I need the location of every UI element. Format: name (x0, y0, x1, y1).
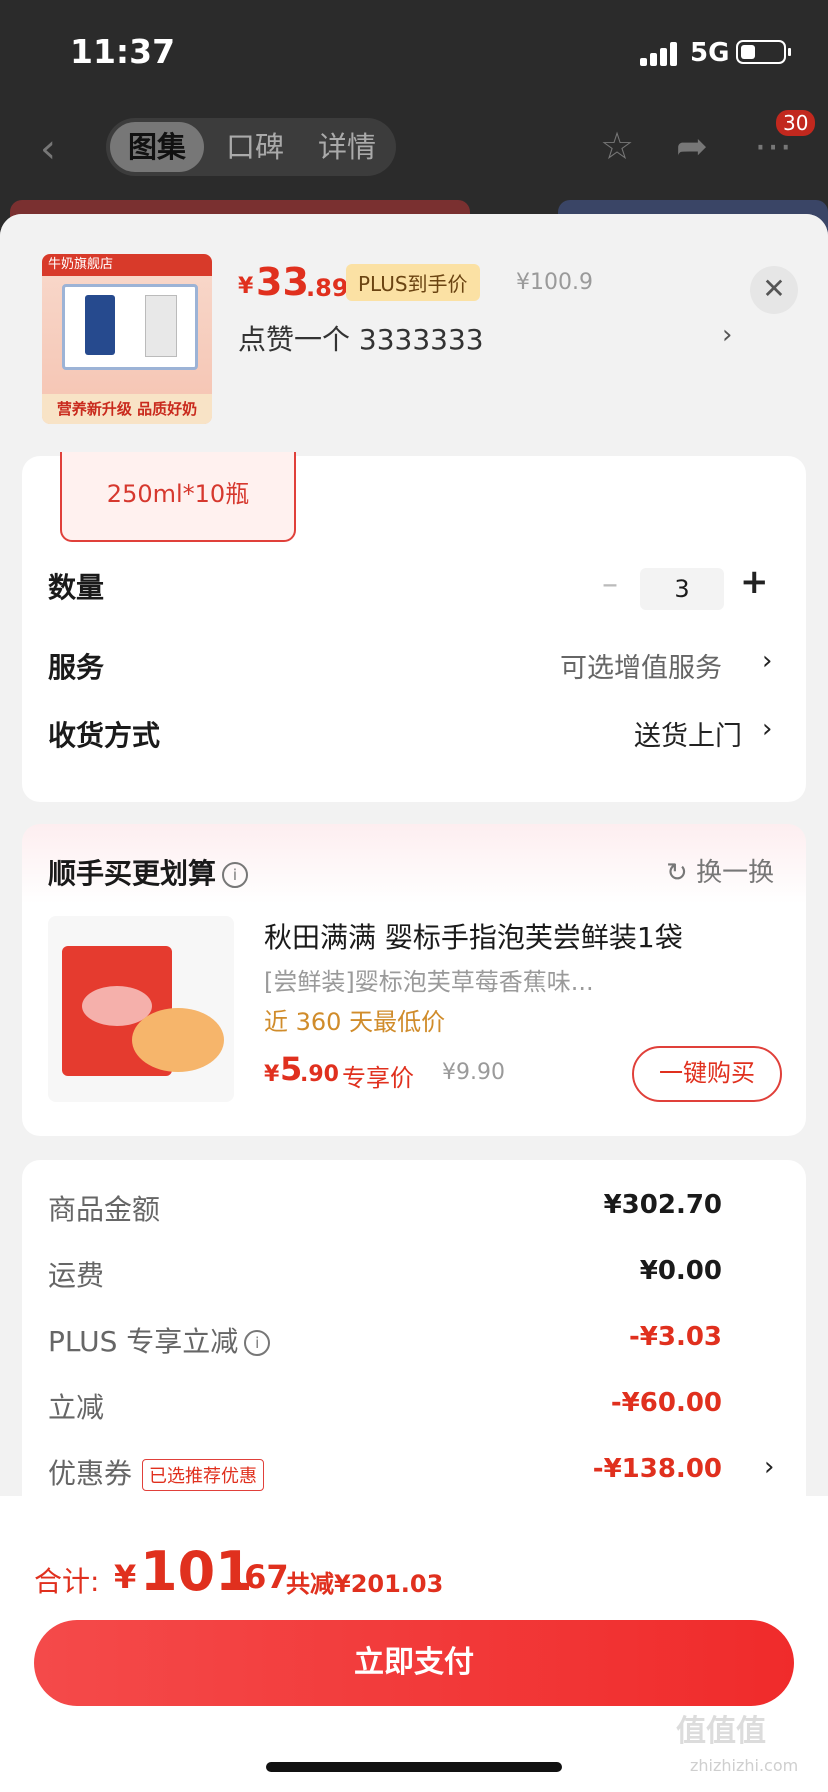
total-decimal: .67 (232, 1558, 289, 1596)
summary-label-goods: 商品金额 (48, 1193, 161, 1226)
price-integer: 33 (256, 260, 309, 304)
spec-option-selected[interactable]: 250ml*10瓶 (60, 452, 296, 542)
quantity-input[interactable]: 3 (640, 568, 724, 610)
milk-box-image (62, 284, 198, 370)
one-click-buy-button[interactable]: 一键购买 (632, 1046, 782, 1102)
plus-price-tag: PLUS到手价 (346, 264, 480, 301)
recommend-product-name[interactable]: 秋田满满 婴标手指泡芙尝鲜装1袋 (264, 916, 683, 956)
product-thumbnail: 牛奶旗舰店 营养新升级 品质好奶 (42, 254, 212, 424)
checkout-sheet: 牛奶旗舰店 营养新升级 品质好奶 ¥ 33 .89 PLUS到手价 ¥100.9… (0, 214, 828, 1792)
lowest-price-note: 近 360 天最低价 (264, 1008, 446, 1036)
recommend-original-price: ¥9.90 (442, 1060, 505, 1085)
minus-button[interactable]: – (602, 564, 618, 602)
price-currency: ¥ (238, 274, 254, 299)
price-row: ¥ 33 .89 PLUS到手价 ¥100.9 (238, 260, 798, 308)
refresh-icon: ↻ (666, 858, 688, 888)
thumb-slogan: 营养新升级 品质好奶 (42, 394, 212, 424)
exclusive-price-tag: 专享价 (342, 1064, 414, 1092)
price-decimal: .90 (300, 1062, 339, 1087)
summary-value-goods: ¥302.70 (603, 1190, 722, 1220)
recommend-product-image[interactable] (48, 916, 234, 1102)
signal-icon (640, 40, 682, 66)
thumb-brand: 牛奶旗舰店 (42, 254, 212, 276)
share-icon[interactable]: ➦ (676, 124, 708, 168)
summary-label-coupon[interactable]: 优惠券 已选推荐优惠 (48, 1452, 265, 1492)
service-label: 服务 (48, 651, 105, 684)
delivery-label: 收货方式 (48, 719, 161, 752)
checkout-footer: 合计: ¥ 101 .67 共减¥201.03 立即支付 值值值 zhizhiz… (0, 1496, 828, 1792)
chevron-right-icon: › (722, 320, 733, 350)
recommend-price: ¥ 5 .90 专享价 ¥9.90 (264, 1050, 564, 1092)
price-integer: 5 (280, 1050, 303, 1088)
watermark-url: zhizhizhi.com (690, 1756, 799, 1775)
watermark-logo: 值值值 (676, 1714, 766, 1749)
summary-label-discount: 立减 (48, 1391, 105, 1424)
delivery-value[interactable]: 送货上门 (634, 714, 742, 753)
options-card: 250ml*10瓶 数量 – 3 + 服务 可选增值服务 › 收货方式 送货上门… (22, 452, 806, 802)
cart-count-badge: 30 (776, 110, 816, 136)
price-decimal: .89 (306, 274, 349, 302)
puffs-image (132, 1008, 224, 1072)
quantity-label: 数量 (48, 571, 105, 604)
summary-value-coupon[interactable]: -¥138.00 (593, 1454, 722, 1484)
summary-value-shipping: ¥0.00 (639, 1256, 722, 1286)
home-indicator (266, 1762, 562, 1772)
plus-button[interactable]: + (740, 562, 769, 602)
top-nav: ‹ 图集 口碑 详情 ☆ ➦ ⋯ 30 (0, 110, 828, 180)
recommend-card: 顺手买更划算 i ↻ 换一换 秋田满满 婴标手指泡芙尝鲜装1袋 [尝鲜装]婴标泡芙… (22, 824, 806, 1136)
swap-button[interactable]: ↻ 换一换 (666, 852, 774, 889)
price-currency: ¥ (264, 1062, 280, 1087)
chevron-right-icon: › (764, 1452, 775, 1482)
summary-value-discount: -¥60.00 (610, 1388, 722, 1418)
tab-switcher: 图集 口碑 详情 (106, 118, 396, 176)
tab-gallery[interactable]: 图集 (110, 122, 204, 172)
total-label: 合计: (34, 1565, 100, 1598)
star-icon[interactable]: ☆ (600, 124, 634, 168)
recommend-product-subtitle: [尝鲜装]婴标泡芙草莓香蕉味... (264, 968, 594, 996)
pay-now-button[interactable]: 立即支付 (34, 1620, 794, 1706)
service-value[interactable]: 可选增值服务 (560, 646, 722, 685)
info-icon[interactable]: i (222, 862, 249, 888)
summary-label-plus: PLUS 专享立减 i (48, 1320, 271, 1360)
original-price: ¥100.9 (516, 270, 593, 295)
total-currency: ¥ (114, 1558, 137, 1596)
total-row: 合计: ¥ 101 .67 共减¥201.03 (34, 1540, 734, 1603)
info-icon[interactable]: i (244, 1330, 271, 1356)
coupon-tag: 已选推荐优惠 (142, 1459, 265, 1491)
price-summary-card: 商品金额 ¥302.70 运费 ¥0.00 PLUS 专享立减 i -¥3.03 … (22, 1160, 806, 1520)
tab-details[interactable]: 详情 (302, 118, 392, 176)
summary-label-shipping: 运费 (48, 1259, 105, 1292)
close-button[interactable]: ✕ (750, 266, 798, 314)
product-header: 牛奶旗舰店 营养新升级 品质好奶 ¥ 33 .89 PLUS到手价 ¥100.9… (0, 214, 828, 456)
like-row[interactable]: 点赞一个 3333333 (238, 318, 484, 358)
status-bar: 11:37 5G (0, 0, 828, 100)
status-time: 11:37 (70, 32, 176, 71)
summary-value-plus: -¥3.03 (628, 1322, 722, 1352)
back-icon[interactable]: ‹ (40, 126, 56, 172)
chevron-right-icon: › (762, 646, 773, 676)
recommend-title: 顺手买更划算 i (48, 852, 249, 892)
network-type: 5G (690, 38, 730, 68)
battery-icon (736, 40, 791, 64)
tab-reviews[interactable]: 口碑 (210, 118, 300, 176)
total-saved: 共减¥201.03 (286, 1570, 444, 1598)
chevron-right-icon: › (762, 714, 773, 744)
